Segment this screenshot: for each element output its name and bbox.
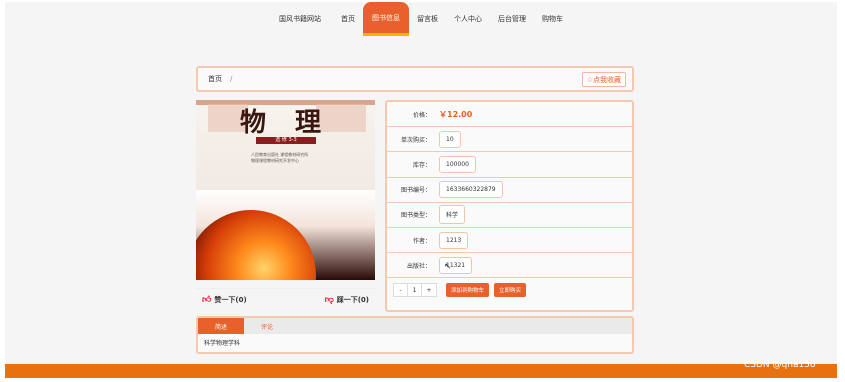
publisher-label: 出版社： <box>406 262 431 270</box>
footer-bar <box>5 364 837 378</box>
tab-summary[interactable]: 简述 <box>198 318 244 334</box>
book-cover-image: 物 理 选 修 3-3 人民教育出版社 课程教材研究所 物理课程教材研究开发中心 <box>196 100 375 280</box>
nav-admin[interactable]: 后台管理 <box>490 2 534 36</box>
stock-label: 库存： <box>412 161 431 169</box>
thumbs-down-icon: 👎︎ <box>324 294 334 305</box>
nav-home[interactable]: 首页 <box>333 2 363 36</box>
breadcrumb-home[interactable]: 首页 <box>208 74 222 84</box>
site-brand[interactable]: 国风书籍网站 <box>271 2 329 36</box>
breadcrumb-separator: / <box>230 75 233 83</box>
thumbs-up-icon: 👍︎ <box>202 294 212 305</box>
book-type-value: 科学 <box>439 205 466 225</box>
like-button[interactable]: 👍︎ 赞一下(0) <box>202 295 247 305</box>
author-value: 1213 <box>439 231 469 249</box>
quantity-stepper: - 1 + <box>393 283 437 298</box>
like-label: 赞一下(0) <box>214 295 247 304</box>
price-label: 价格： <box>412 111 431 119</box>
tab-bar: 简述 评论 <box>198 318 632 334</box>
qty-minus-button[interactable]: - <box>394 284 408 297</box>
favorite-button[interactable]: ☆点我收藏 <box>581 72 626 87</box>
dislike-button[interactable]: 👎︎ 踩一下(0) <box>325 295 369 305</box>
tab-content: 科学物理学科 <box>204 340 241 347</box>
info-row-publisher: 出版社： 11321 <box>387 253 632 279</box>
detail-tabs: 简述 评论 科学物理学科 <box>196 316 634 354</box>
book-info-panel: 价格： ￥12.00 单次购买： 10 库存： 100000 图书编号： 163… <box>385 100 634 312</box>
add-to-cart-button[interactable]: 添加到购物车 <box>446 283 490 298</box>
author-label: 作者： <box>412 237 431 245</box>
navbar: 国风书籍网站 首页 图书信息 留言板 个人中心 后台管理 购物车 <box>5 2 837 36</box>
book-id-value: 1633660322879 <box>439 181 503 199</box>
purchase-actions: - 1 + 添加到购物车 立即购买 <box>387 278 632 302</box>
buy-now-button[interactable]: 立即购买 <box>494 283 527 298</box>
browser-frame: 国风书籍网站 首页 图书信息 留言板 个人中心 后台管理 购物车 首页 / ☆点… <box>0 0 845 382</box>
per-purchase-value: 10 <box>439 130 461 148</box>
info-row-book-type: 图书类型： 科学 <box>387 203 632 228</box>
cover-title: 物 理 <box>239 108 332 138</box>
tab-comments[interactable]: 评论 <box>244 318 290 334</box>
qty-plus-button[interactable]: + <box>422 284 436 296</box>
info-row-book-id: 图书编号： 1633660322879 <box>387 178 632 203</box>
nav-message-board[interactable]: 留言板 <box>409 2 446 36</box>
stock-value: 100000 <box>439 155 476 173</box>
price-value: ￥12.00 <box>439 109 473 119</box>
cover-subtitle: 选 修 3-3 <box>256 137 316 144</box>
book-id-label: 图书编号： <box>400 187 431 195</box>
book-type-label: 图书类型： <box>400 212 431 220</box>
dislike-label: 踩一下(0) <box>336 295 369 304</box>
watermark: CSDN @qha138 <box>744 360 816 370</box>
cover-publisher: 人民教育出版社 课程教材研究所 物理课程教材研究开发中心 <box>251 152 308 164</box>
nav-personal-center[interactable]: 个人中心 <box>446 2 490 36</box>
breadcrumb: 首页 / ☆点我收藏 <box>196 66 634 92</box>
mouse-cursor-icon: ↖ <box>444 262 452 272</box>
info-row-price: 价格： ￥12.00 <box>387 102 632 128</box>
cover-publisher-line2: 物理课程教材研究开发中心 <box>251 158 299 163</box>
info-row-stock: 库存： 100000 <box>387 152 632 178</box>
qty-input[interactable]: 1 <box>408 284 422 297</box>
vote-bar: 👍︎ 赞一下(0) 👎︎ 踩一下(0) <box>196 288 375 310</box>
per-purchase-label: 单次购买： <box>400 136 431 144</box>
nav-cart[interactable]: 购物车 <box>534 2 571 36</box>
info-row-per-purchase: 单次购买： 10 <box>387 127 632 153</box>
info-row-author: 作者： 1213 <box>387 228 632 254</box>
nav-book-info[interactable]: 图书信息 <box>363 2 409 36</box>
